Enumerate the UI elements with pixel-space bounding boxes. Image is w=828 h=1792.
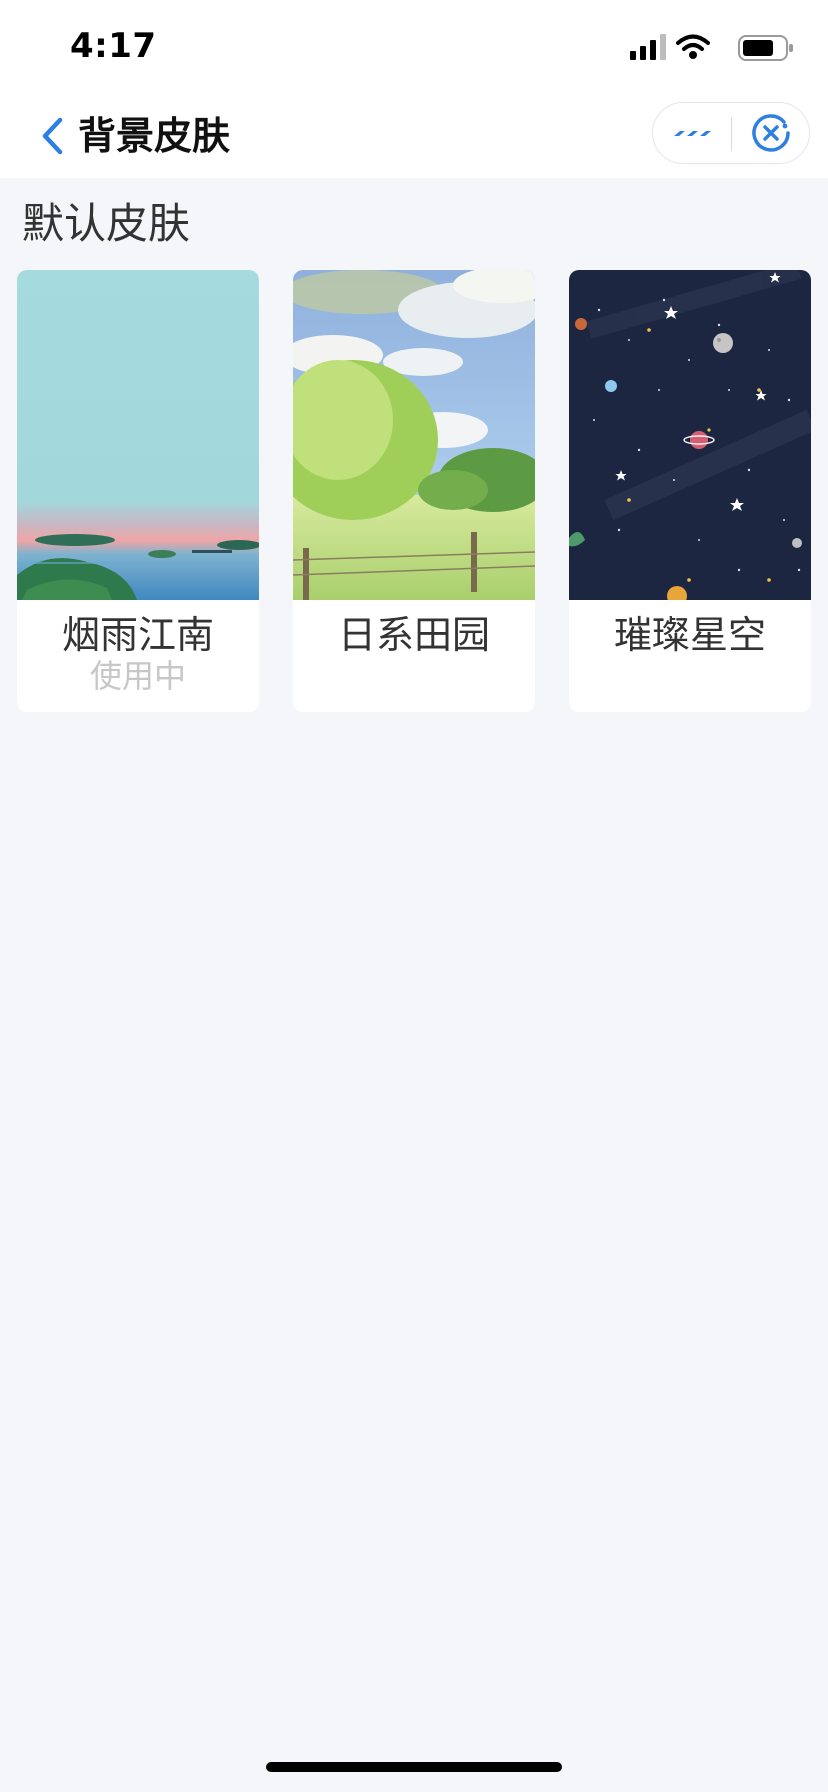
- skin-thumbnail-starry-sky: [569, 270, 811, 600]
- status-bar: 4:17: [0, 0, 828, 96]
- skin-status-in-use: 使用中: [89, 657, 186, 695]
- cellular-signal-icon: [630, 34, 666, 60]
- skin-name: 璀璨星空: [613, 613, 766, 657]
- section-title: 默认皮肤: [22, 199, 191, 248]
- skin-card-yanyu-jiangnan[interactable]: 烟雨江南 使用中: [17, 270, 259, 712]
- skin-card-rixi-tianyuan[interactable]: 日系田园: [293, 270, 535, 712]
- close-button[interactable]: [732, 103, 810, 163]
- more-button[interactable]: [653, 103, 731, 163]
- nav-bar: 背景皮肤: [0, 96, 828, 178]
- page-title: 背景皮肤: [78, 114, 231, 158]
- mini-program-capsule: [652, 102, 810, 164]
- skin-card-cuican-xingkong[interactable]: 璀璨星空: [569, 270, 811, 712]
- more-dots-icon: [674, 131, 711, 136]
- home-indicator: [266, 1762, 562, 1772]
- wifi-icon: [676, 34, 710, 59]
- skin-name: 日系田园: [337, 613, 490, 657]
- battery-icon: [738, 35, 793, 61]
- status-time: 4:17: [70, 26, 157, 66]
- skin-thumbnail-lake: [17, 270, 259, 600]
- back-button[interactable]: [32, 110, 72, 162]
- skin-thumbnail-field: [293, 270, 535, 600]
- close-circle-icon: [752, 114, 790, 152]
- chevron-left-icon: [42, 117, 63, 155]
